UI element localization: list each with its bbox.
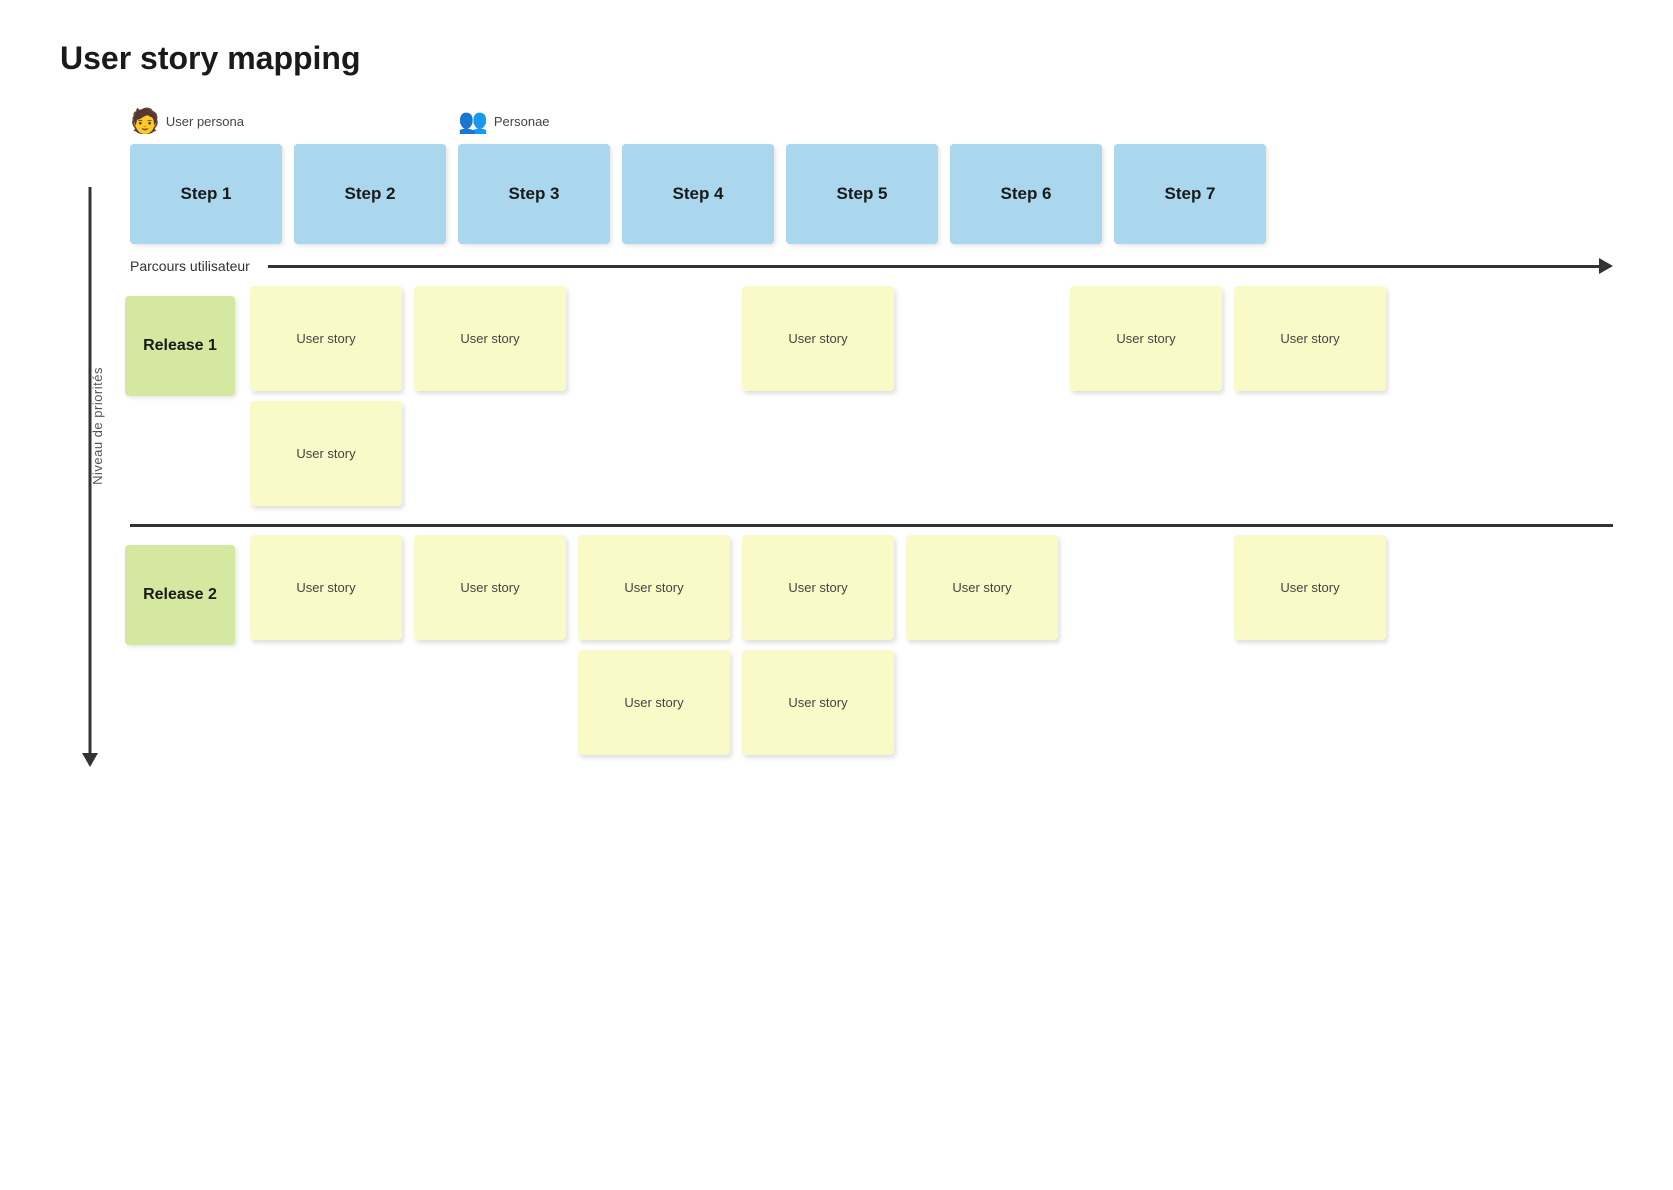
- list-item[interactable]: User story: [906, 535, 1058, 640]
- persona-1: 🧑 User persona: [130, 107, 282, 136]
- step-card-3[interactable]: Step 3: [458, 144, 610, 244]
- release-1-label-col: Release 1: [120, 286, 240, 516]
- list-item[interactable]: User story: [250, 401, 402, 506]
- list-item[interactable]: User story: [578, 650, 730, 755]
- journey-row: Parcours utilisateur: [120, 258, 1613, 274]
- list-item[interactable]: User story: [742, 650, 894, 755]
- page-title: User story mapping: [60, 40, 1613, 77]
- list-item[interactable]: User story: [1234, 535, 1386, 640]
- v-axis: Niveau de priorités: [60, 107, 120, 765]
- v-axis-arrow-down: [82, 753, 98, 767]
- list-item[interactable]: User story: [742, 286, 894, 391]
- steps-row: Step 1 Step 2 Step 3 Step 4 Step 5 Step …: [120, 144, 1613, 244]
- release-2-label-col: Release 2: [120, 535, 240, 765]
- personas-row: 🧑 User persona 👥 Personae: [120, 107, 1613, 136]
- step-card-1[interactable]: Step 1: [130, 144, 282, 244]
- main-layout: Niveau de priorités 🧑 User persona 👥 Per…: [60, 107, 1613, 765]
- list-item[interactable]: User story: [1234, 286, 1386, 391]
- release-2-stories: User story User story User story User st…: [240, 535, 1613, 765]
- step-card-7[interactable]: Step 7: [1114, 144, 1266, 244]
- release-2-row-2: User story User story: [250, 650, 1613, 755]
- journey-arrow: [1599, 258, 1613, 274]
- release-2-section: Release 2 User story User story User sto…: [120, 535, 1613, 765]
- release-2-row-1: User story User story User story User st…: [250, 535, 1613, 640]
- release-1-row-2: User story: [250, 401, 1613, 506]
- user-persona-icon: 🧑: [130, 107, 160, 136]
- step-card-4[interactable]: Step 4: [622, 144, 774, 244]
- releases-area: Release 1 User story User story User sto…: [120, 286, 1613, 765]
- list-item[interactable]: User story: [578, 535, 730, 640]
- list-item[interactable]: User story: [414, 535, 566, 640]
- release-2-card[interactable]: Release 2: [125, 545, 235, 645]
- page: User story mapping Niveau de priorités 🧑…: [0, 0, 1673, 805]
- v-axis-label: Niveau de priorités: [90, 367, 105, 485]
- list-item[interactable]: User story: [250, 535, 402, 640]
- step-card-6[interactable]: Step 6: [950, 144, 1102, 244]
- list-item[interactable]: User story: [1070, 286, 1222, 391]
- journey-line: [268, 265, 1600, 268]
- personae-label: Personae: [494, 114, 550, 129]
- release-1-row-1: User story User story User story User st…: [250, 286, 1613, 391]
- persona-2: 👥 Personae: [458, 107, 610, 136]
- list-item[interactable]: User story: [414, 286, 566, 391]
- list-item[interactable]: User story: [742, 535, 894, 640]
- release-1-section: Release 1 User story User story User sto…: [120, 286, 1613, 516]
- step-card-2[interactable]: Step 2: [294, 144, 446, 244]
- list-item[interactable]: User story: [250, 286, 402, 391]
- journey-label: Parcours utilisateur: [130, 258, 250, 274]
- step-card-5[interactable]: Step 5: [786, 144, 938, 244]
- release-1-card[interactable]: Release 1: [125, 296, 235, 396]
- release-divider: [130, 524, 1613, 527]
- content-area: 🧑 User persona 👥 Personae Step 1 Step 2 …: [120, 107, 1613, 765]
- personae-icon: 👥: [458, 107, 488, 136]
- user-persona-label: User persona: [166, 114, 244, 129]
- release-1-stories: User story User story User story User st…: [240, 286, 1613, 516]
